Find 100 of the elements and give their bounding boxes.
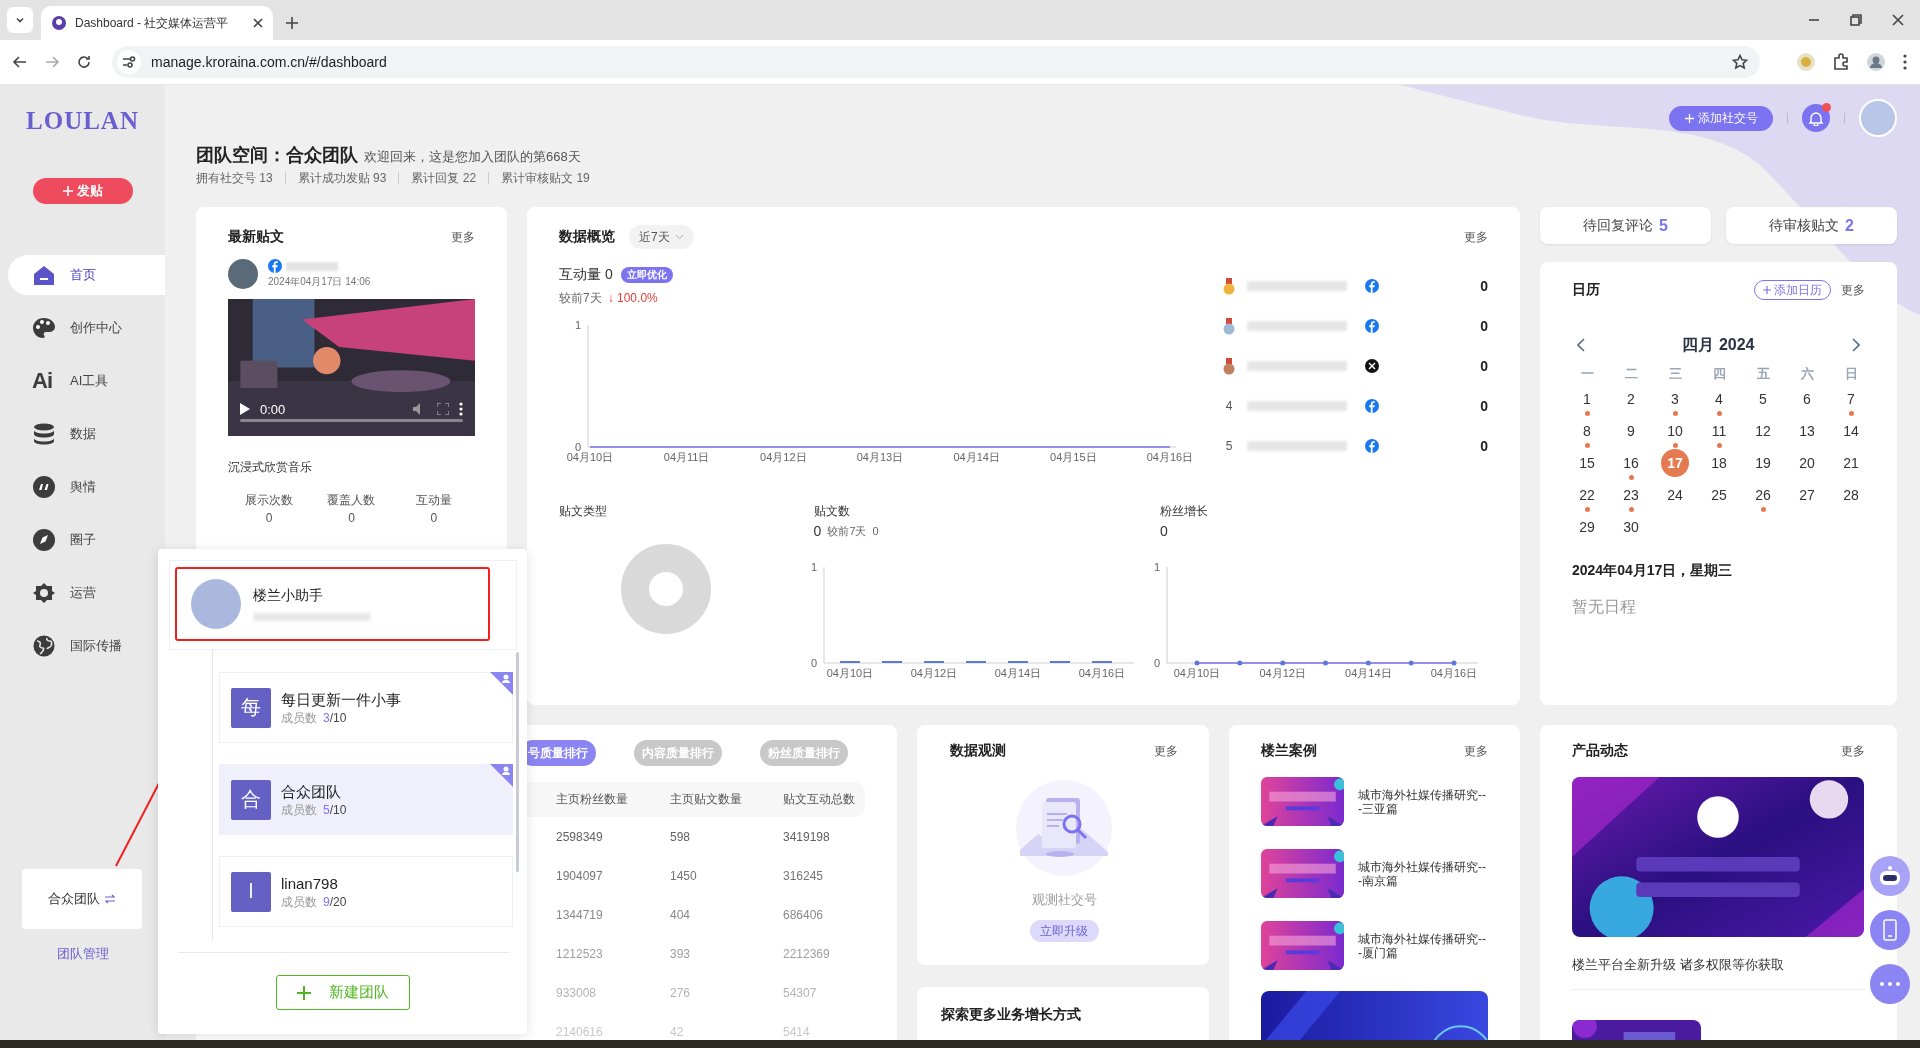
calendar-day[interactable]: 12 [1753, 421, 1773, 441]
calendar-day[interactable]: 26 [1753, 485, 1773, 505]
tick-label: 04月15日 [1050, 451, 1097, 463]
tick-label: 04月12日 [1259, 667, 1306, 679]
mobile-button[interactable] [1870, 910, 1910, 950]
weekday-label: 日 [1843, 365, 1859, 383]
data-point [1323, 660, 1328, 666]
calendar-day[interactable]: 19 [1753, 453, 1773, 473]
team-title: 团队空间：合众团队 [196, 144, 358, 167]
member-count: 成员数 3/10 [281, 709, 348, 726]
nav-item[interactable]: 数据 [8, 414, 165, 454]
assistant-button[interactable] [1870, 856, 1910, 896]
stat-label: 展示次数 [244, 492, 295, 508]
team-manage-link[interactable]: 团队管理 [56, 945, 109, 963]
nav-item[interactable]: 运营 [8, 573, 165, 613]
browser-tab[interactable]: Dashboard - 社交媒体运营平 [41, 6, 273, 40]
calendar-day[interactable]: 28 [1841, 485, 1861, 505]
observe-label: 观测社交号 [1031, 891, 1097, 909]
optimize-badge[interactable]: 立即优化 [620, 267, 673, 283]
nav-item[interactable]: 圈子 [8, 520, 165, 560]
weekday-label: 六 [1799, 365, 1815, 383]
scrollbar[interactable] [516, 652, 519, 872]
next-month-button[interactable] [1852, 338, 1860, 352]
case-title-link[interactable]: 城市海外社媒传播研究---三亚篇 [1358, 787, 1486, 816]
restore-icon[interactable] [1850, 14, 1862, 26]
add-calendar-button[interactable]: 添加日历 [1754, 280, 1831, 300]
calendar-day[interactable]: 15 [1577, 453, 1597, 473]
account-item[interactable]: 楼兰小助手 [175, 567, 490, 641]
case-title-link[interactable]: 城市海外社媒传播研究---南京篇 [1358, 859, 1486, 888]
calendar-day[interactable]: 2 [1621, 389, 1641, 409]
calendar-day[interactable]: 7 [1841, 389, 1861, 409]
team-item[interactable]: l linan798 成员数 9/20 [219, 856, 513, 927]
more-link[interactable]: 更多 [451, 228, 475, 246]
calendar-day[interactable]: 20 [1797, 453, 1817, 473]
more-link[interactable]: 更多 [1154, 742, 1178, 760]
calendar-day[interactable]: 6 [1797, 389, 1817, 409]
calendar-day[interactable]: 29 [1577, 517, 1597, 537]
calendar-day[interactable]: 5 [1753, 389, 1773, 409]
news-caption[interactable]: 楼兰平台全新升级 诸多权限等你获取 [1572, 957, 1865, 973]
more-link[interactable]: 更多 [1841, 742, 1865, 760]
pending-button[interactable]: 待回复评论 5 [1540, 207, 1711, 244]
calendar-day[interactable]: 14 [1841, 421, 1861, 441]
tick-label: 0 [574, 441, 581, 453]
more-button[interactable] [1870, 964, 1910, 1004]
more-icon[interactable] [459, 402, 463, 416]
pending-button[interactable]: 待审核贴文 2 [1726, 207, 1897, 244]
case-title-link[interactable]: 城市海外社媒传播研究---厦门篇 [1358, 931, 1486, 960]
calendar-day[interactable]: 9 [1621, 421, 1641, 441]
calendar-day[interactable]: 1 [1577, 389, 1597, 409]
calendar-day[interactable]: 3 [1665, 389, 1685, 409]
team-switcher[interactable]: 合众团队 [22, 869, 142, 929]
fullscreen-icon[interactable] [437, 403, 449, 415]
calendar-day[interactable]: 11 [1709, 421, 1729, 441]
calendar-day[interactable]: 23 [1621, 485, 1641, 505]
address-bar[interactable]: manage.kroraina.com.cn/#/dashboard [112, 46, 1760, 78]
more-link[interactable]: 更多 [1841, 281, 1865, 299]
reload-icon[interactable] [76, 54, 92, 70]
menu-icon[interactable] [1902, 53, 1908, 71]
calendar-day[interactable]: 4 [1709, 389, 1729, 409]
calendar-day[interactable]: 10 [1665, 421, 1685, 441]
calendar-day[interactable]: 22 [1577, 485, 1597, 505]
play-icon[interactable] [240, 403, 250, 415]
chart-title: 贴文数 [813, 503, 851, 520]
site-info-icon[interactable] [122, 56, 136, 68]
calendar-day[interactable]: 25 [1709, 485, 1729, 505]
close-icon[interactable] [1892, 14, 1904, 26]
previous-month-button[interactable] [1577, 338, 1585, 352]
tick-label: 0 [810, 657, 817, 669]
nav-item[interactable]: 舆情 [8, 467, 165, 507]
phone-icon [1883, 919, 1897, 941]
calendar-day[interactable]: 18 [1709, 453, 1729, 473]
nav-item[interactable]: Ai AI工具 [8, 361, 165, 401]
calendar-day[interactable]: 16 [1621, 453, 1641, 473]
rank-value: 0 [1480, 398, 1488, 414]
nav-item[interactable]: 创作中心 [8, 308, 165, 348]
puzzle-icon[interactable] [1832, 53, 1850, 71]
more-link[interactable]: 更多 [1464, 228, 1488, 246]
range-dropdown[interactable]: 近7天 [629, 225, 694, 249]
post-button[interactable]: 发贴 [32, 178, 133, 204]
tick-label: 0 [1153, 657, 1160, 669]
new-tab-icon[interactable] [285, 16, 299, 30]
bookmark-star-icon[interactable] [1732, 54, 1748, 70]
upgrade-button[interactable]: 立即升级 [1029, 920, 1099, 942]
calendar-day[interactable]: 21 [1841, 453, 1861, 473]
back-icon[interactable] [12, 54, 28, 70]
profile-icon[interactable] [1866, 52, 1886, 72]
close-icon[interactable] [253, 18, 263, 28]
calendar-day[interactable]: 30 [1621, 517, 1641, 537]
data-point [1237, 660, 1243, 666]
calendar-day[interactable]: 13 [1797, 421, 1817, 441]
nav-item[interactable]: 首页 [8, 255, 165, 295]
calendar-day[interactable]: 8 [1577, 421, 1597, 441]
more-link[interactable]: 更多 [1464, 742, 1488, 760]
logo: LOULAN [25, 107, 140, 136]
team-item[interactable]: 合 合众团队 成员数 5/10 [219, 764, 513, 835]
calendar-day[interactable]: 27 [1797, 485, 1817, 505]
nav-item[interactable]: 国际传播 [8, 626, 165, 666]
progress-track[interactable] [240, 419, 463, 422]
team-item[interactable]: 每 每日更新一件小事 成员数 3/10 [219, 672, 513, 743]
calendar-day[interactable]: 24 [1665, 485, 1685, 505]
